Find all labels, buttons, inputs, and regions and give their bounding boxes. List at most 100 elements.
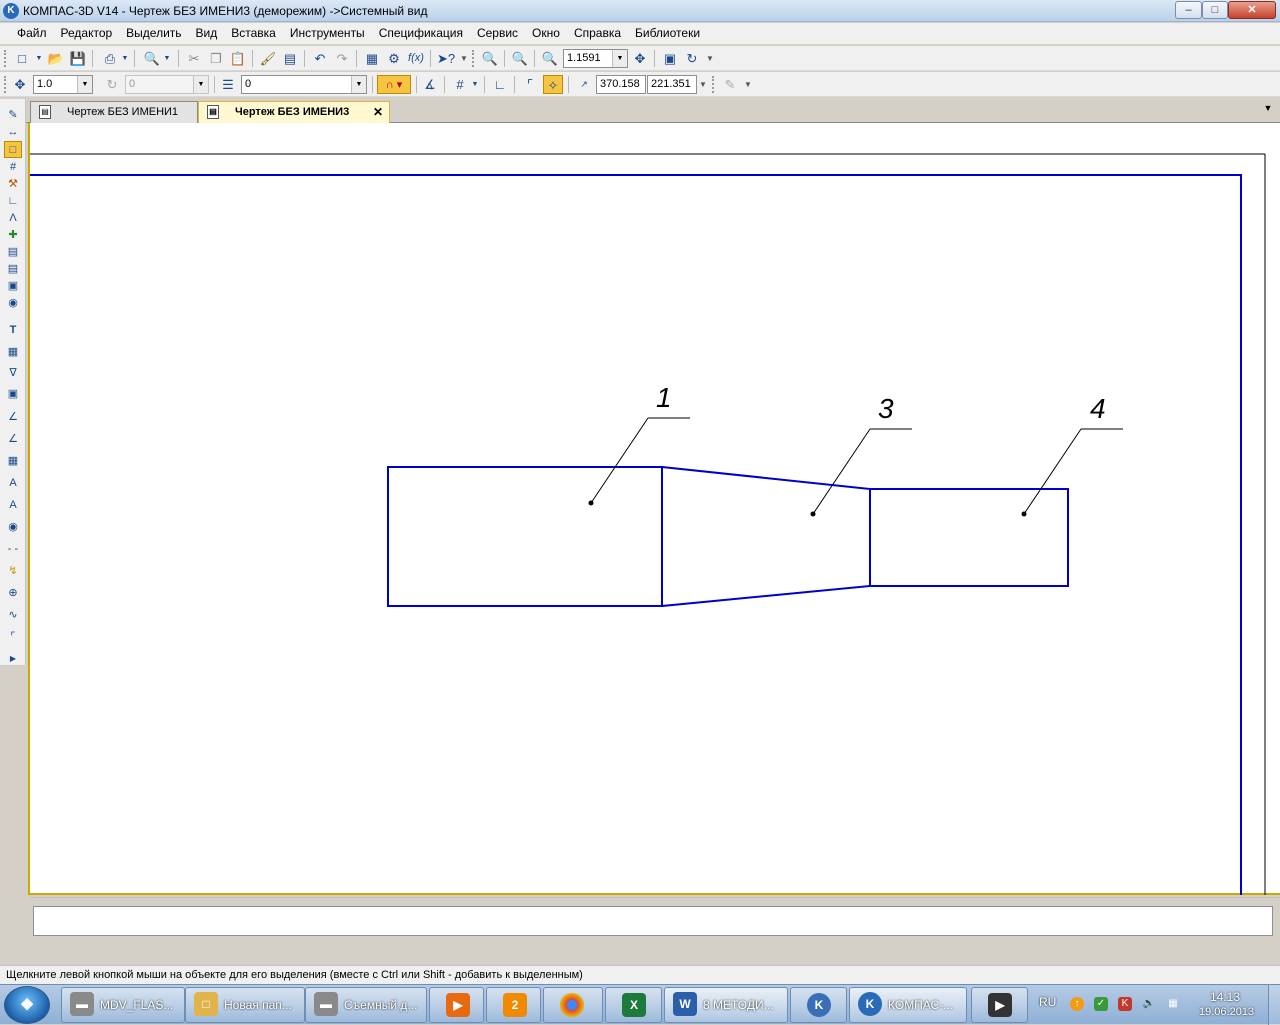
associative-views-icon[interactable]: ✚ <box>4 227 22 244</box>
tab-drawing-3[interactable]: ▤ Чертеж БЕЗ ИМЕНИ3 ✕ <box>198 101 390 123</box>
clock-date[interactable]: 19.06.2013 <box>1199 1006 1254 1018</box>
menu-help[interactable]: Справка <box>567 23 628 44</box>
task-messenger[interactable]: 2 <box>486 987 541 1023</box>
kompas-app-icon[interactable]: K <box>3 3 19 19</box>
redo-icon[interactable]: ↷ <box>332 49 352 68</box>
center-mark-icon[interactable]: ◉ <box>4 519 22 536</box>
toolbar-grip[interactable] <box>712 76 715 93</box>
menu-file[interactable]: Файл <box>10 23 54 44</box>
toolbar-grip[interactable] <box>472 50 475 67</box>
edit-icon[interactable]: # <box>4 159 22 176</box>
variables-icon[interactable]: f(x) <box>406 49 426 68</box>
menu-editor[interactable]: Редактор <box>54 23 120 44</box>
cursor-step-icon[interactable]: ✥ <box>10 75 30 94</box>
angle-combo[interactable]: 0 ▼ <box>125 75 209 94</box>
close-tab-icon[interactable]: ✕ <box>373 102 383 122</box>
select-icon[interactable]: Λ <box>4 210 22 227</box>
security-tray-icon[interactable]: ✓ <box>1094 997 1108 1011</box>
toolbar-overflow-icon[interactable]: ▼ <box>460 52 468 66</box>
base-icon[interactable]: ▣ <box>4 386 22 403</box>
library-manager-icon[interactable]: ⚙ <box>384 49 404 68</box>
leader-3-line[interactable] <box>812 428 871 515</box>
part-1-outline[interactable] <box>387 466 663 607</box>
toolbar-overflow-icon[interactable]: ▼ <box>744 78 752 92</box>
task-kompas[interactable]: K КОМПАС-... <box>849 987 967 1023</box>
layer-combo[interactable]: 0 ▼ <box>241 75 367 94</box>
ortho-icon[interactable]: ⌜ <box>520 75 540 94</box>
circle-center-icon[interactable]: ⊕ <box>4 585 22 602</box>
menu-insert[interactable]: Вставка <box>224 23 283 44</box>
parametrization-icon[interactable]: ⚒ <box>4 176 22 193</box>
geometry-icon[interactable]: ✎ <box>4 107 22 124</box>
section-icon[interactable]: A <box>4 497 22 514</box>
break-line-icon[interactable]: ↯ <box>4 563 22 580</box>
table-icon[interactable]: ▦ <box>4 344 22 361</box>
wave-line-icon[interactable]: ∿ <box>4 607 22 624</box>
chevron-down-icon[interactable]: ▼ <box>34 49 44 68</box>
measure-icon[interactable]: ∟ <box>4 193 22 210</box>
task-new-folder[interactable]: □ Новая пап... <box>185 987 305 1023</box>
chevron-down-icon[interactable]: ▼ <box>351 76 366 93</box>
designations-icon[interactable]: □ <box>4 141 22 158</box>
leader-4-line[interactable] <box>1023 428 1082 515</box>
refresh-icon[interactable]: ↻ <box>682 49 702 68</box>
task-media-player[interactable]: ▶ <box>429 987 484 1023</box>
open-folder-icon[interactable]: 📂 <box>46 49 66 68</box>
axis-line-icon[interactable]: - - <box>4 541 22 558</box>
cut-icon[interactable]: ✂ <box>184 49 204 68</box>
print-icon[interactable]: ⎙ <box>100 49 120 68</box>
task-word-document[interactable]: W 8 МЕТОДИ... <box>664 987 788 1023</box>
disabled-tool-icon[interactable]: ✎ <box>720 75 740 94</box>
part-4-outline[interactable] <box>869 488 1069 587</box>
drawing-svg[interactable]: 1 3 4 <box>30 123 1280 895</box>
coord-y-field[interactable]: 221.351 <box>647 75 697 94</box>
leader-icon[interactable]: ∠ <box>4 409 22 426</box>
view-arrow-icon[interactable]: A <box>4 475 22 492</box>
menu-libraries[interactable]: Библиотеки <box>628 23 707 44</box>
position-label-1[interactable]: 1 <box>656 382 672 413</box>
leader-3-dot[interactable] <box>810 511 816 517</box>
insert-icon[interactable]: ▣ <box>4 278 22 295</box>
reports-icon[interactable]: ▤ <box>4 261 22 278</box>
snap-magnet-button[interactable]: ∩ ▾ <box>377 75 411 94</box>
local-cs-icon[interactable]: ∟ <box>490 75 510 94</box>
menu-view[interactable]: Вид <box>189 23 225 44</box>
kaspersky-tray-icon[interactable]: K <box>1118 997 1132 1011</box>
part-3-outline[interactable] <box>661 465 871 608</box>
leader-1-dot[interactable] <box>588 500 594 506</box>
maximize-button[interactable]: □ <box>1202 1 1228 19</box>
zoom-combo[interactable]: 1.1591 ▼ <box>563 49 628 68</box>
position-label-4[interactable]: 4 <box>1090 393 1106 424</box>
print-preview-icon[interactable]: 🔍 <box>142 49 162 68</box>
new-document-icon[interactable]: □ <box>12 49 32 68</box>
chevron-down-icon[interactable]: ▼ <box>1261 103 1275 117</box>
copy-icon[interactable]: ❐ <box>206 49 226 68</box>
clock-time[interactable]: 14:13 <box>1210 990 1240 1004</box>
fragments-icon[interactable]: ◉ <box>4 295 22 312</box>
menu-window[interactable]: Окно <box>525 23 567 44</box>
grid-icon[interactable]: # <box>450 75 470 94</box>
cursor-step-combo[interactable]: 1.0 ▼ <box>33 75 93 94</box>
manager-icon[interactable]: ▦ <box>362 49 382 68</box>
zoom-window-icon[interactable]: 🔍 <box>480 49 500 68</box>
update-tray-icon[interactable]: ↑ <box>1070 997 1084 1011</box>
menu-specification[interactable]: Спецификация <box>372 23 470 44</box>
spec-icon[interactable]: ▤ <box>4 244 22 261</box>
chevron-down-icon[interactable]: ▼ <box>193 76 208 93</box>
network-tray-icon[interactable]: ▦ <box>1166 997 1180 1011</box>
panel-overflow-icon[interactable]: ▶ <box>4 650 22 667</box>
text-icon[interactable]: T <box>4 322 22 339</box>
save-icon[interactable]: 💾 <box>68 49 88 68</box>
zoom-all-icon[interactable]: 🔍 <box>510 49 530 68</box>
tolerance-icon[interactable]: ▦ <box>4 453 22 470</box>
volume-tray-icon[interactable]: 🔊 <box>1142 997 1156 1011</box>
position-leader-icon[interactable]: ∠ <box>4 431 22 448</box>
chevron-down-icon[interactable]: ▼ <box>120 49 130 68</box>
zoom-in-icon[interactable]: 🔍 <box>540 49 560 68</box>
leader-1-line[interactable] <box>590 417 649 504</box>
angle-icon[interactable]: ↻ <box>102 75 122 94</box>
task-excel[interactable]: X <box>605 987 662 1023</box>
corner-icon[interactable]: ⌜ <box>4 629 22 646</box>
round-icon[interactable]: ✧ <box>543 75 563 94</box>
property-panel-field[interactable] <box>33 906 1273 936</box>
